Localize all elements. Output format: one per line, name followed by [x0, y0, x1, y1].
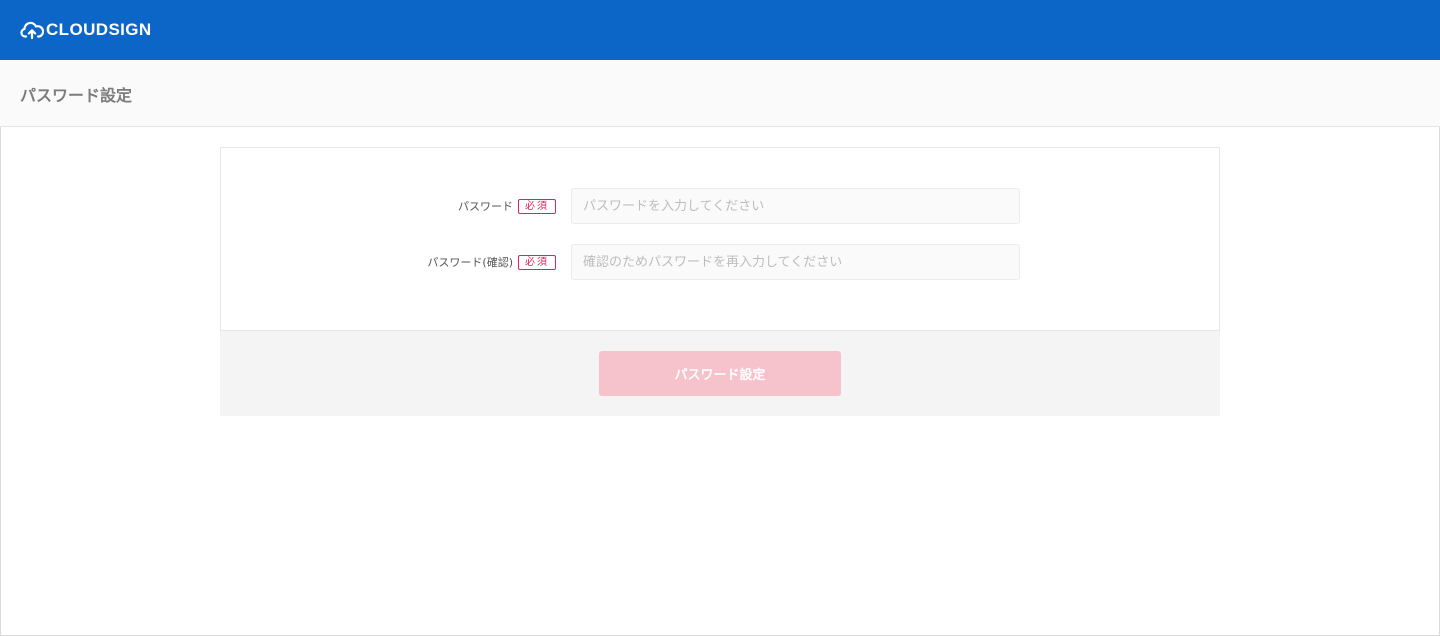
- form-footer: パスワード設定: [220, 331, 1220, 416]
- password-confirm-input[interactable]: [571, 244, 1020, 280]
- brand-logo[interactable]: CLOUDSIGN: [20, 19, 152, 41]
- password-confirm-label-group: パスワード(確認) 必須: [427, 244, 556, 280]
- required-badge: 必須: [518, 198, 556, 214]
- cloud-upload-icon: [20, 21, 44, 40]
- required-badge: 必須: [518, 254, 556, 270]
- password-input[interactable]: [571, 188, 1020, 224]
- top-bar: CLOUDSIGN: [0, 0, 1440, 60]
- password-label: パスワード: [458, 200, 513, 213]
- page-title: パスワード設定: [20, 86, 133, 105]
- password-row: パスワード 必須: [221, 188, 1221, 224]
- password-confirm-label: パスワード(確認): [427, 256, 513, 269]
- set-password-button[interactable]: パスワード設定: [599, 351, 841, 396]
- page-header: パスワード設定: [0, 60, 1440, 127]
- password-label-group: パスワード 必須: [458, 188, 556, 224]
- brand-name: CLOUDSIGN: [46, 20, 152, 39]
- password-confirm-row: パスワード(確認) 必須: [221, 244, 1221, 280]
- password-form-card: パスワード 必須 パスワード(確認) 必須: [220, 147, 1220, 331]
